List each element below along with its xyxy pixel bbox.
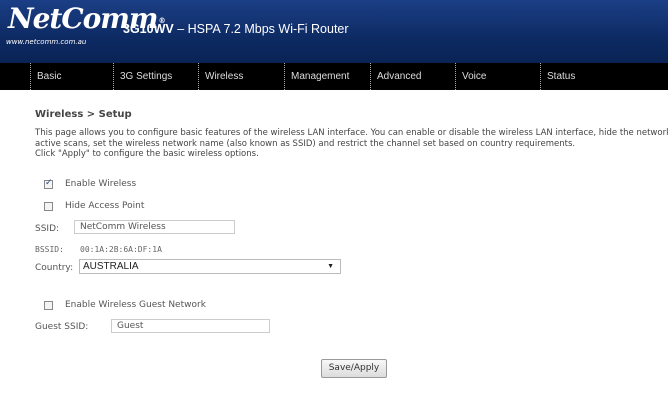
- save-apply-button[interactable]: Save/Apply: [321, 359, 387, 378]
- header-banner: NetComm® www.netcomm.com.au 3G10WV – HSP…: [0, 0, 668, 63]
- bssid-value: 00:1A:2B:6A:DF:1A: [80, 245, 162, 254]
- nav-advanced[interactable]: Advanced: [370, 63, 454, 90]
- nav-management[interactable]: Management: [284, 63, 369, 90]
- guest-network-checkbox[interactable]: [44, 301, 53, 310]
- nav-voice[interactable]: Voice: [455, 63, 538, 90]
- main-nav: Basic 3G Settings Wireless Management Ad…: [0, 63, 668, 90]
- logo-url: www.netcomm.com.au: [6, 38, 87, 46]
- nav-3g-settings[interactable]: 3G Settings: [113, 63, 196, 90]
- page-description: This page allows you to configure basic …: [35, 128, 668, 159]
- bssid-label: BSSID:: [35, 245, 64, 254]
- nav-basic[interactable]: Basic: [30, 63, 112, 90]
- country-select-value: AUSTRALIA: [83, 261, 139, 272]
- ssid-input[interactable]: NetComm Wireless: [74, 220, 235, 234]
- hide-access-point-label: Hide Access Point: [65, 201, 145, 211]
- nav-wireless[interactable]: Wireless: [198, 63, 283, 90]
- hide-access-point-checkbox[interactable]: [44, 202, 53, 211]
- nav-status[interactable]: Status: [540, 63, 640, 90]
- guest-ssid-label: Guest SSID:: [35, 322, 89, 332]
- chevron-down-icon: ▼: [327, 263, 334, 270]
- guest-ssid-input[interactable]: Guest: [111, 319, 270, 333]
- country-select[interactable]: AUSTRALIA ▼: [79, 259, 341, 274]
- country-label: Country:: [35, 263, 74, 273]
- breadcrumb: Wireless > Setup: [35, 109, 132, 120]
- ssid-label: SSID:: [35, 224, 60, 234]
- enable-wireless-checkbox[interactable]: [44, 178, 53, 189]
- enable-wireless-label: Enable Wireless: [65, 179, 137, 189]
- product-title: 3G10WV – HSPA 7.2 Mbps Wi-Fi Router: [123, 22, 349, 36]
- guest-network-label: Enable Wireless Guest Network: [65, 300, 206, 310]
